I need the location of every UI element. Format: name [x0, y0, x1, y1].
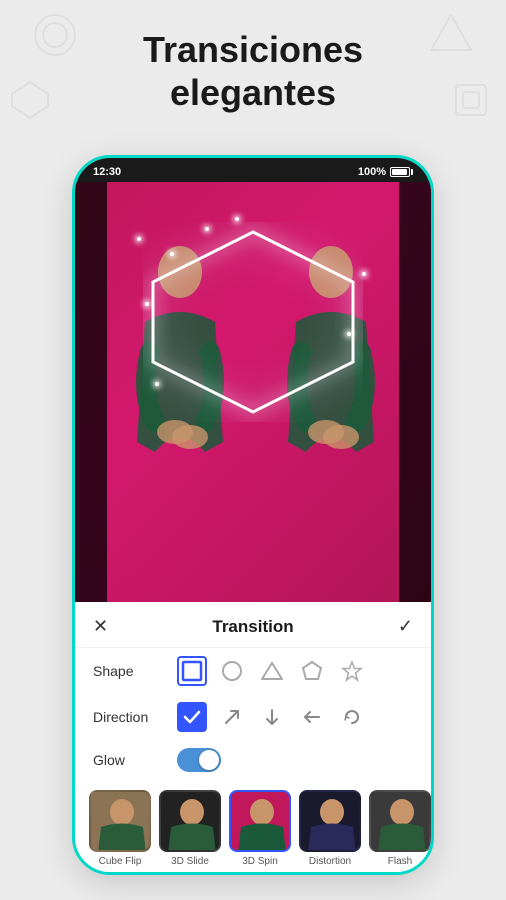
shape-triangle[interactable] [257, 656, 287, 686]
glow-row: Glow [75, 740, 431, 780]
status-time: 12:30 [93, 166, 121, 178]
battery-icon [390, 167, 413, 177]
thumb-img-flash [369, 790, 431, 852]
confirm-button[interactable]: ✓ [398, 616, 413, 637]
thumb-label-distortion: Distortion [309, 856, 351, 867]
phone-frame: 12:30 100% [72, 155, 434, 875]
sparkle-6 [235, 217, 239, 221]
controls-panel: ✕ Transition ✓ Shape [75, 602, 431, 875]
sparkle-8 [155, 382, 159, 386]
shape-square[interactable] [177, 656, 207, 686]
shape-pentagon[interactable] [297, 656, 327, 686]
video-area [75, 182, 431, 602]
transition-header: ✕ Transition ✓ [75, 602, 431, 648]
thumb-label-flash: Flash [388, 856, 412, 867]
thumb-img-distortion [299, 790, 361, 852]
thumb-label-3d-spin: 3D Spin [242, 856, 278, 867]
thumb-label-cube-flip: Cube Flip [99, 856, 142, 867]
direction-check[interactable] [177, 702, 207, 732]
direction-label: Direction [93, 709, 165, 725]
thumb-img-cube-flip [89, 790, 151, 852]
shape-star[interactable] [337, 656, 367, 686]
thumb-label-3d-slide: 3D Slide [171, 856, 209, 867]
shape-row: Shape [75, 648, 431, 694]
status-bar: 12:30 100% [75, 158, 431, 182]
sparkle-4 [362, 272, 366, 276]
title-line2: elegantes [170, 72, 336, 113]
shape-options [177, 656, 367, 686]
thumb-cube-flip[interactable]: Cube Flip [89, 790, 151, 867]
battery-percent: 100% [358, 166, 386, 178]
thumb-flash[interactable]: Flash [369, 790, 431, 867]
glow-label: Glow [93, 752, 165, 768]
thumb-img-3d-spin [229, 790, 291, 852]
sparkle-1 [137, 237, 141, 241]
direction-down[interactable] [257, 702, 287, 732]
thumb-img-3d-slide [159, 790, 221, 852]
thumb-distortion[interactable]: Distortion [299, 790, 361, 867]
thumb-3d-slide[interactable]: 3D Slide [159, 790, 221, 867]
sparkle-7 [347, 332, 351, 336]
glow-toggle[interactable] [177, 748, 221, 772]
hex-shape-overlay [143, 222, 363, 422]
title-line1: Transiciones [143, 29, 363, 70]
sparkle-2 [170, 252, 174, 256]
shape-label: Shape [93, 663, 165, 679]
sparkle-3 [205, 227, 209, 231]
direction-options [177, 702, 367, 732]
sparkle-5 [145, 302, 149, 306]
direction-up-right[interactable] [217, 702, 247, 732]
thumbnail-strip: Cube Flip 3D Slide [75, 780, 431, 875]
direction-left[interactable] [297, 702, 327, 732]
main-title: Transiciones elegantes [0, 28, 506, 114]
side-panel-right [399, 182, 431, 602]
direction-row: Direction [75, 694, 431, 740]
thumb-3d-spin[interactable]: 3D Spin [229, 790, 291, 867]
close-button[interactable]: ✕ [93, 616, 108, 637]
direction-rotate[interactable] [337, 702, 367, 732]
side-panel-left [75, 182, 107, 602]
shape-circle[interactable] [217, 656, 247, 686]
transition-title: Transition [212, 617, 293, 637]
